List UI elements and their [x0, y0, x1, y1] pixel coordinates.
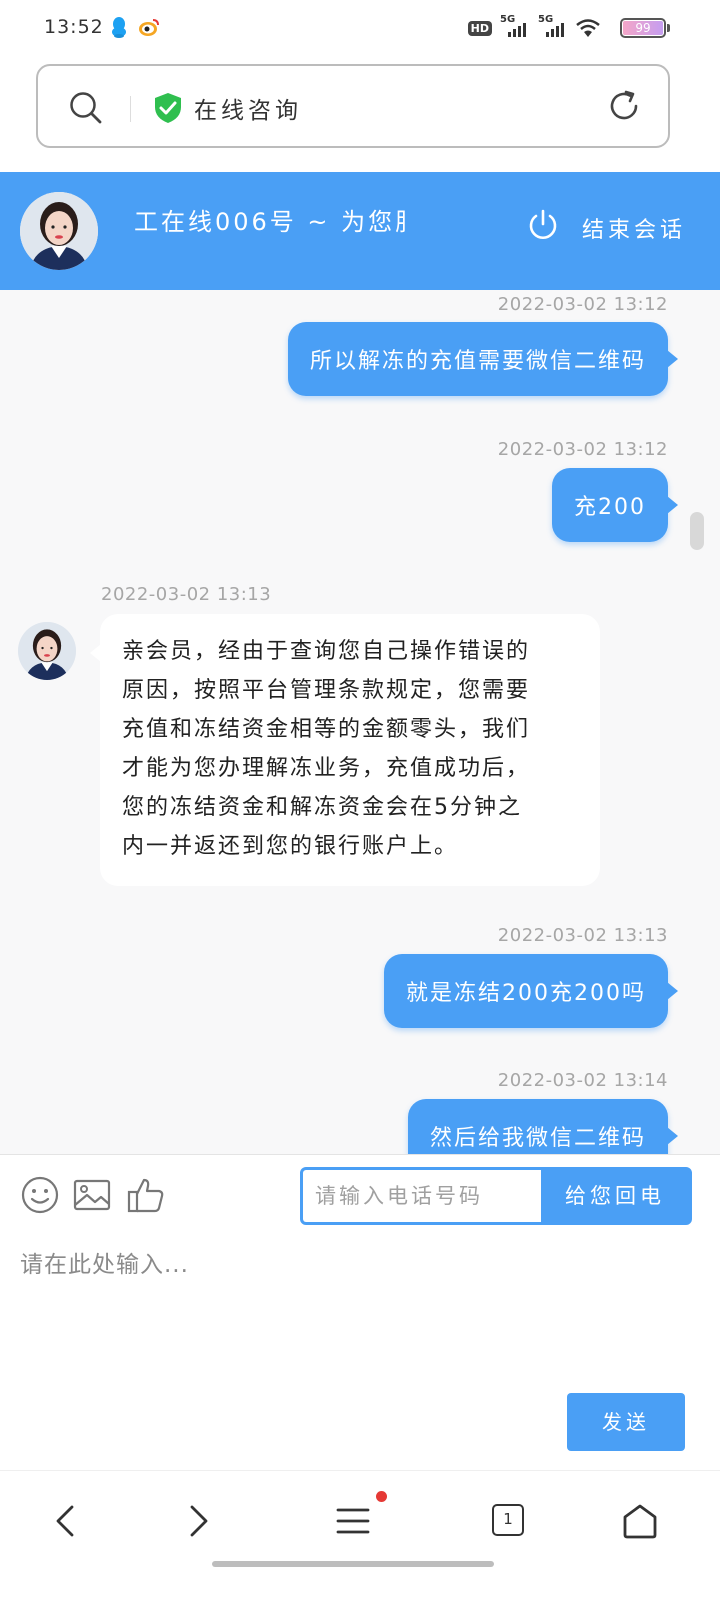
- chat-header: 工在线006号 ~ 为您服 结束会话: [0, 172, 720, 290]
- qq-icon: [112, 17, 126, 38]
- divider: [130, 96, 131, 122]
- end-session-button[interactable]: 结束会话: [582, 212, 686, 244]
- refresh-icon[interactable]: [606, 88, 642, 124]
- phone-number-input[interactable]: [303, 1170, 541, 1222]
- title-search-bar[interactable]: 在线咨询: [36, 64, 670, 148]
- menu-icon[interactable]: [334, 1501, 374, 1541]
- message-line: 原因，按照平台管理条款规定，您需要: [122, 678, 531, 703]
- chat-message-list[interactable]: 2022-03-02 13:12 所以解冻的充值需要微信二维码 2022-03-…: [0, 290, 720, 1154]
- battery-icon: 99: [620, 18, 666, 38]
- message-line: 您的冻结资金和解冻资金会在5分钟之: [122, 795, 522, 820]
- outgoing-message: 充200: [552, 468, 678, 542]
- notification-dot: [376, 1491, 387, 1502]
- home-icon[interactable]: [620, 1501, 660, 1541]
- weibo-icon: [139, 19, 159, 36]
- outgoing-message: 所以解冻的充值需要微信二维码: [287, 322, 679, 396]
- scrollbar[interactable]: [690, 512, 704, 550]
- message-timestamp: 2022-03-02 13:12: [497, 439, 668, 460]
- outgoing-message: 就是冻结200充200吗: [384, 954, 678, 1028]
- message-line: 亲会员，经由于查询您自己操作错误的: [122, 639, 531, 664]
- message-timestamp: 2022-03-02 13:14: [497, 1070, 668, 1091]
- send-button[interactable]: 发送: [567, 1393, 685, 1451]
- power-icon[interactable]: [526, 208, 560, 242]
- agent-name: 工在线006号 ~ 为您服: [134, 208, 406, 236]
- network-type: 5G: [538, 14, 554, 25]
- message-line: 才能为您办理解冻业务，充值成功后，: [122, 756, 531, 781]
- shield-check-icon: [155, 93, 181, 123]
- message-timestamp: 2022-03-02 13:12: [497, 294, 668, 315]
- hd-icon: HD: [467, 20, 492, 36]
- outgoing-message: 然后给我微信二维码: [407, 1099, 679, 1154]
- incoming-message: 亲会员，经由于查询您自己操作错误的 原因，按照平台管理条款规定，您需要 充值和冻…: [90, 614, 600, 886]
- message-timestamp: 2022-03-02 13:13: [497, 925, 668, 946]
- thumbs-up-icon[interactable]: [126, 1175, 166, 1215]
- message-input[interactable]: [20, 1245, 700, 1385]
- back-icon[interactable]: [46, 1501, 86, 1541]
- message-line: 充值和冻结资金相等的金额零头，我们: [122, 717, 531, 742]
- network-type: 5G: [500, 14, 516, 25]
- tab-count: 1: [492, 1504, 524, 1536]
- emoji-icon[interactable]: [20, 1175, 60, 1215]
- wifi-icon: [576, 19, 600, 37]
- tabs-icon[interactable]: 1: [488, 1501, 528, 1541]
- search-icon[interactable]: [68, 90, 104, 126]
- forward-icon[interactable]: [178, 1501, 218, 1541]
- browser-nav-bar: 1: [0, 1470, 720, 1600]
- callback-form: 给您回电: [300, 1167, 692, 1225]
- avatar: [20, 192, 98, 270]
- callback-button[interactable]: 给您回电: [541, 1170, 689, 1222]
- image-icon[interactable]: [72, 1175, 112, 1215]
- signal-icon: 5G: [538, 14, 568, 39]
- battery-level: 99: [635, 21, 651, 35]
- status-bar: 13:52 HD 5G 5G 99: [0, 0, 720, 56]
- home-indicator[interactable]: [212, 1561, 494, 1567]
- page-title: 在线咨询: [194, 98, 302, 124]
- message-line: 内一并返还到您的银行账户上。: [122, 834, 459, 859]
- composer: 给您回电 发送: [0, 1154, 720, 1470]
- signal-icon: 5G: [500, 14, 530, 39]
- avatar: [18, 622, 76, 680]
- status-time: 13:52: [44, 16, 104, 38]
- message-timestamp: 2022-03-02 13:13: [101, 584, 272, 605]
